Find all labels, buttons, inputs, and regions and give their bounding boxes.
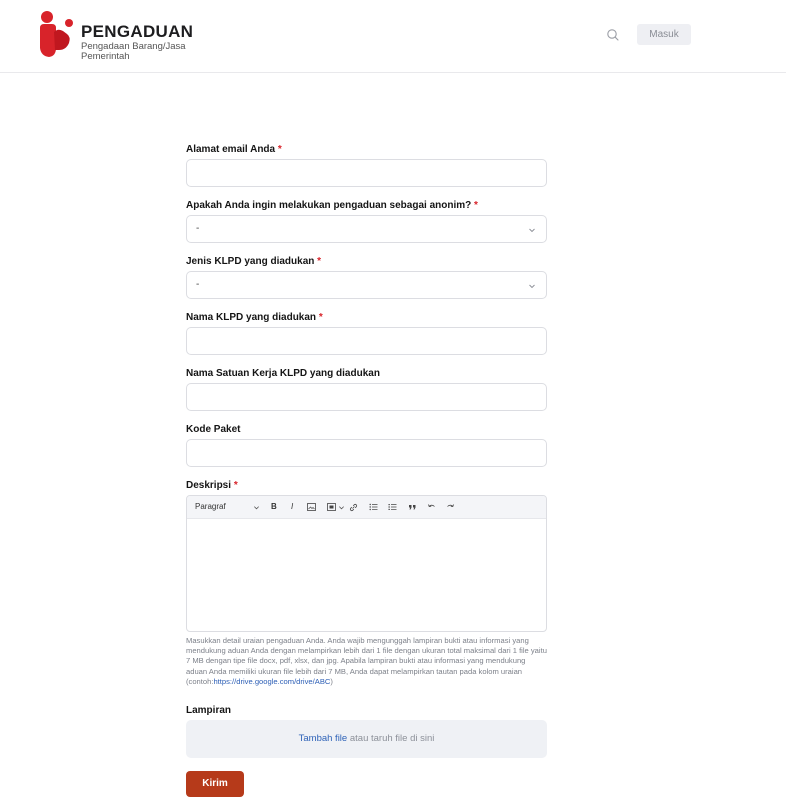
blockquote-icon[interactable] xyxy=(408,503,417,511)
bulleted-list-icon[interactable] xyxy=(369,503,378,511)
klpd-type-select-value: - xyxy=(196,279,200,290)
login-button[interactable]: Masuk xyxy=(637,24,691,45)
work-unit-label: Nama Satuan Kerja KLPD yang diadukan xyxy=(186,368,380,379)
numbered-list-icon[interactable] xyxy=(388,503,397,511)
search-icon[interactable] xyxy=(605,27,621,43)
link-icon[interactable] xyxy=(349,503,358,512)
chevron-down-icon[interactable] xyxy=(338,504,345,511)
package-code-label: Kode Paket xyxy=(186,424,241,435)
required-marker: * xyxy=(277,144,282,155)
description-label: Deskripsi * xyxy=(186,480,238,491)
anonymous-select-value: - xyxy=(196,223,200,234)
klpd-type-label: Jenis KLPD yang diadukan * xyxy=(186,256,321,267)
work-unit-field[interactable] xyxy=(186,383,547,411)
pengaduan-logo[interactable] xyxy=(36,10,78,60)
anonymous-label: Apakah Anda ingin melakukan pengaduan se… xyxy=(186,200,478,211)
required-marker: * xyxy=(318,312,323,323)
undo-icon[interactable] xyxy=(427,503,436,511)
email-field[interactable] xyxy=(186,159,547,187)
top-header: PENGADUAN Pengadaan Barang/Jasa Pemerint… xyxy=(0,0,786,73)
klpd-name-label-text: Nama KLPD yang diadukan xyxy=(186,312,317,323)
required-marker: * xyxy=(233,480,238,491)
klpd-name-field[interactable] xyxy=(186,327,547,355)
anonymous-select[interactable]: - xyxy=(186,215,547,243)
media-embed-icon[interactable] xyxy=(327,503,336,511)
help-text-end: ) xyxy=(330,676,333,686)
paragraph-format-select[interactable]: Paragraf xyxy=(195,502,226,512)
brand-subtitle-line2: Pemerintah xyxy=(81,51,130,62)
description-help-text: Masukkan detail uraian pengaduan Anda. A… xyxy=(186,636,547,687)
required-marker: * xyxy=(317,256,322,267)
chevron-down-icon[interactable] xyxy=(253,504,260,511)
description-editor[interactable]: Paragraf B I xyxy=(186,495,547,632)
attachment-label: Lampiran xyxy=(186,705,232,716)
bold-button[interactable]: B xyxy=(271,502,277,512)
package-code-field[interactable] xyxy=(186,439,547,467)
required-marker: * xyxy=(474,200,478,211)
email-label: Alamat email Anda * xyxy=(186,144,282,155)
image-icon[interactable] xyxy=(307,503,316,511)
chevron-down-icon xyxy=(529,228,535,233)
editor-toolbar: Paragraf B I xyxy=(187,496,546,519)
file-dropzone[interactable]: Tambah file atau taruh file di sini xyxy=(186,720,547,758)
klpd-type-select[interactable]: - xyxy=(186,271,547,299)
dropzone-hint: atau taruh file di sini xyxy=(347,733,435,744)
chevron-down-icon xyxy=(529,284,535,289)
add-file-link[interactable]: Tambah file xyxy=(299,733,348,744)
anonymous-label-text: Apakah Anda ingin melakukan pengaduan se… xyxy=(186,200,472,211)
brand: PENGADUAN Pengadaan Barang/Jasa Pemerint… xyxy=(81,23,193,62)
brand-title: PENGADUAN xyxy=(81,22,194,41)
example-link[interactable]: https://drive.google.com/drive/ABC xyxy=(213,677,330,686)
redo-icon[interactable] xyxy=(446,503,455,511)
email-label-text: Alamat email Anda xyxy=(186,144,276,155)
klpd-type-label-text: Jenis KLPD yang diadukan xyxy=(186,256,315,267)
submit-button[interactable]: Kirim xyxy=(186,771,244,797)
italic-button[interactable]: I xyxy=(291,502,293,512)
klpd-name-label: Nama KLPD yang diadukan * xyxy=(186,312,323,323)
description-label-text: Deskripsi xyxy=(186,480,232,491)
